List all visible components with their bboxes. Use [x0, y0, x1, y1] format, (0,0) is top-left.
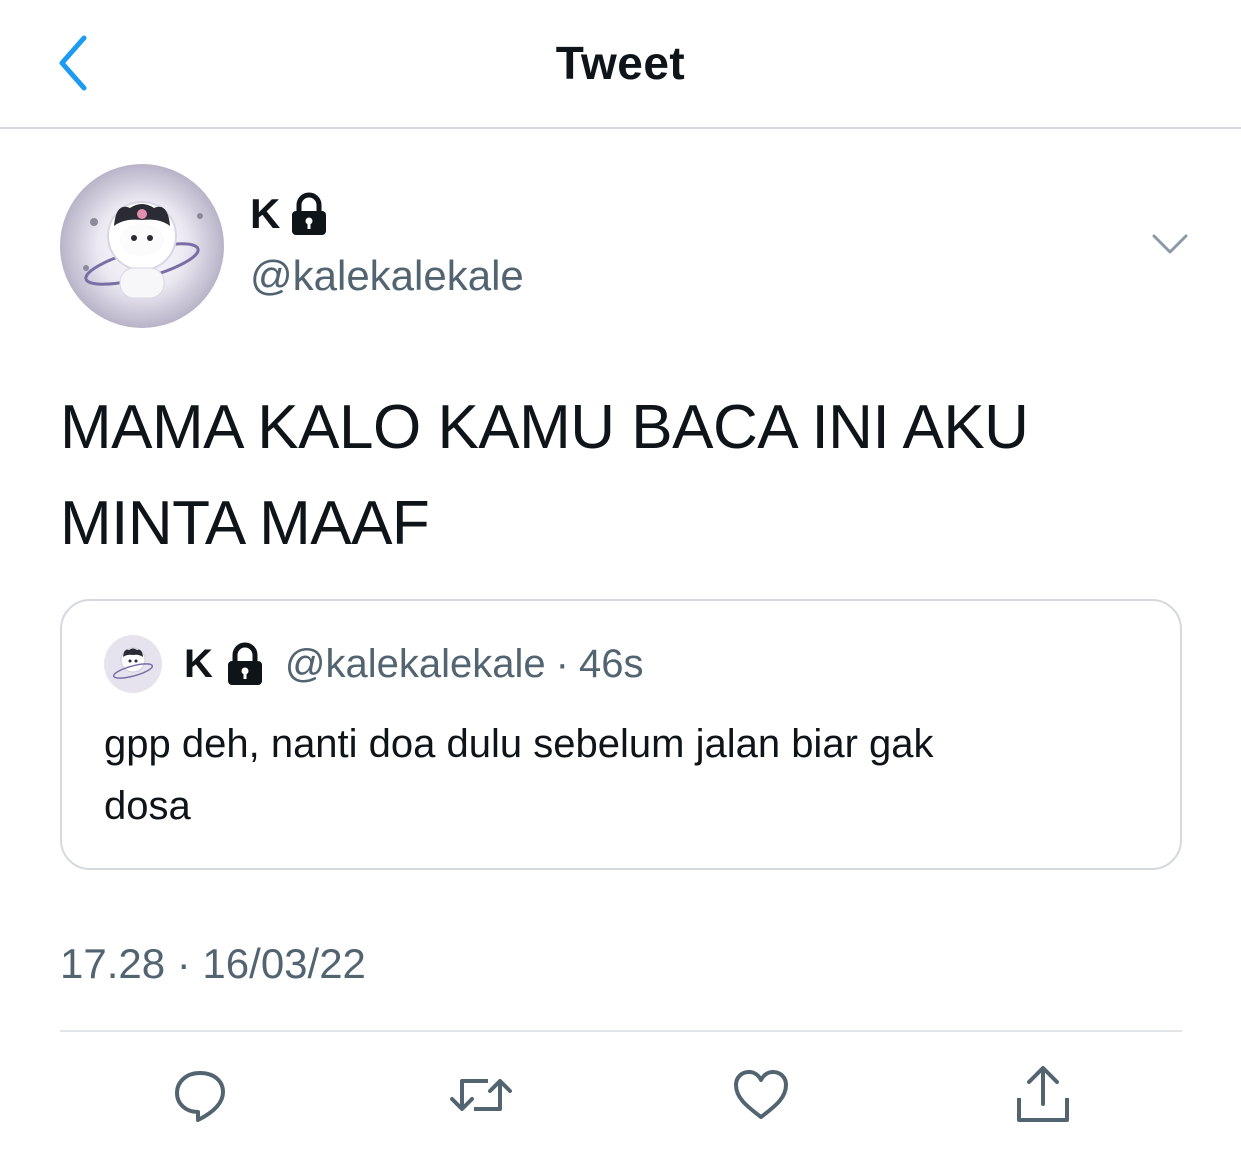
- separator-dot: ·: [555, 641, 569, 686]
- divider: [60, 1030, 1182, 1032]
- avatar[interactable]: [60, 164, 224, 328]
- heart-icon: [734, 1070, 788, 1119]
- quoted-tweet-time: 46s: [578, 641, 644, 686]
- lock-icon: [227, 642, 262, 685]
- quoted-author-handle: @kalekalekale: [284, 641, 546, 686]
- quoted-tweet-card[interactable]: K @kalekalekale · 46s gpp deh, nanti doa…: [60, 599, 1182, 870]
- tweet-text: MAMA KALO KAMU BACA INI AKU MINTA MAAF: [60, 380, 1180, 572]
- tweet-author: K @kalekalekale: [60, 164, 1190, 334]
- page-title: Tweet: [555, 37, 686, 89]
- share-button[interactable]: [1008, 1060, 1078, 1130]
- action-bar: [0, 1060, 1241, 1140]
- quoted-tweet-header: K @kalekalekale · 46s: [104, 635, 643, 693]
- author-name[interactable]: K: [250, 190, 280, 238]
- quoted-author-name: K: [184, 641, 213, 686]
- author-name-row: K: [250, 190, 330, 238]
- retweet-icon: [450, 1079, 512, 1111]
- chevron-down-icon[interactable]: [1150, 228, 1190, 260]
- lock-icon: [292, 192, 327, 235]
- quoted-text-line: gpp deh, nanti doa dulu sebelum jalan bi…: [104, 722, 934, 766]
- quoted-tweet-text: gpp deh, nanti doa dulu sebelum jalan bi…: [104, 713, 1144, 837]
- reply-button[interactable]: [165, 1060, 235, 1130]
- retweet-button[interactable]: [446, 1060, 516, 1130]
- share-icon: [1017, 1066, 1069, 1122]
- tweet-text-line: MINTA MAAF: [60, 489, 430, 558]
- reply-icon: [175, 1071, 225, 1122]
- tweet-text-line: MAMA KALO KAMU BACA INI AKU: [60, 393, 1029, 462]
- top-bar: Tweet: [0, 0, 1241, 129]
- quoted-text-line: dosa: [104, 784, 191, 828]
- avatar: [104, 635, 162, 693]
- author-handle[interactable]: @kalekalekale: [250, 252, 524, 300]
- like-button[interactable]: [726, 1060, 796, 1130]
- tweet-timestamp: 17.28 · 16/03/22: [60, 940, 366, 987]
